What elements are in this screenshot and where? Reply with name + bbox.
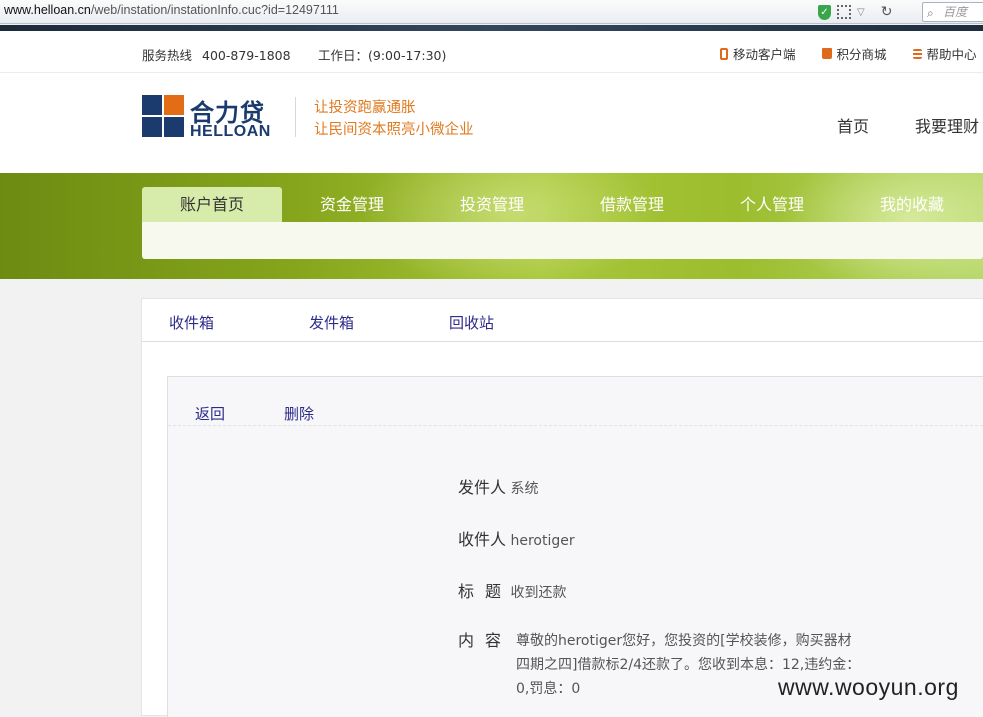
- main-nav: 首页 我要理财: [837, 113, 979, 137]
- qr-code-icon[interactable]: [837, 5, 851, 19]
- refresh-icon[interactable]: ↻: [881, 4, 893, 20]
- help-center-link[interactable]: 帮助中心: [912, 44, 977, 63]
- menu-list-icon: [912, 48, 922, 59]
- search-icon: ⌕: [927, 6, 934, 20]
- mail-card: 收件箱 发件箱 回收站 返回 删除 发件人 系统 收件人 herotiger 标…: [141, 298, 983, 717]
- address-url[interactable]: www.helloan.cn/web/instation/instationIn…: [4, 3, 339, 17]
- url-path: /web/instation/instationInfo.cuc?id=1249…: [90, 3, 339, 17]
- hotline-label: 服务热线: [142, 48, 193, 63]
- sender-label: 发件人: [458, 478, 507, 497]
- tab-trash[interactable]: 回收站: [449, 312, 494, 333]
- slogan-line-1: 让投资跑赢通胀: [314, 100, 416, 116]
- browser-address-bar[interactable]: www.helloan.cn/web/instation/instationIn…: [0, 0, 983, 24]
- phone-icon: [720, 47, 728, 60]
- title-value: 收到还款: [510, 585, 567, 601]
- search-placeholder: 百度: [943, 5, 968, 19]
- sub-nav-bar: [142, 222, 983, 259]
- tab-personal[interactable]: 个人管理: [702, 187, 842, 222]
- logo-english-name: HELLOAN: [190, 123, 271, 140]
- receiver-row: 收件人 herotiger: [458, 526, 575, 550]
- slogan: 让投资跑赢通胀 让民间资本照亮小微企业: [314, 97, 474, 141]
- tab-funds[interactable]: 资金管理: [282, 187, 422, 222]
- message-detail: 返回 删除 发件人 系统 收件人 herotiger 标题 收到还款 内容 尊敬…: [167, 376, 983, 717]
- site-header: 合力贷 HELLOAN 让投资跑赢通胀 让民间资本照亮小微企业 首页 我要理财: [0, 73, 983, 173]
- browser-search-box[interactable]: ⌕ 百度: [922, 2, 983, 22]
- watermark: www.wooyun.org: [778, 674, 959, 700]
- hotline-number: 400-879-1808: [202, 48, 291, 63]
- mobile-client-label: 移动客户端: [733, 47, 796, 62]
- tab-loans[interactable]: 借款管理: [562, 187, 702, 222]
- title-row: 标题 收到还款: [458, 578, 566, 602]
- back-link[interactable]: 返回: [195, 403, 225, 424]
- helloan-logo[interactable]: 合力贷 HELLOAN: [142, 95, 282, 141]
- message-actions: 返回 删除: [168, 377, 983, 426]
- points-mall-label: 积分商城: [836, 47, 887, 62]
- receiver-label: 收件人: [458, 530, 507, 549]
- receiver-value: herotiger: [510, 533, 575, 549]
- mailbox-tabs: 收件箱 发件箱 回收站: [142, 299, 983, 342]
- address-bar-icons: ✓ ▽ ↻: [818, 2, 892, 22]
- shopping-bag-icon: [821, 48, 832, 59]
- sender-row: 发件人 系统: [458, 474, 538, 498]
- nav-invest[interactable]: 我要理财: [915, 113, 979, 137]
- logo-mark-icon: [142, 95, 184, 137]
- mobile-client-link[interactable]: 移动客户端: [720, 44, 796, 63]
- logo-divider: [295, 97, 296, 137]
- url-host: www.helloan.cn: [4, 3, 91, 17]
- tab-investment[interactable]: 投资管理: [422, 187, 562, 222]
- title-label: 标题: [458, 582, 513, 601]
- tab-outbox[interactable]: 发件箱: [309, 312, 354, 333]
- help-center-label: 帮助中心: [926, 47, 977, 62]
- delete-link[interactable]: 删除: [284, 403, 314, 424]
- tab-account-home[interactable]: 账户首页: [142, 187, 282, 222]
- slogan-line-2: 让民间资本照亮小微企业: [314, 122, 474, 138]
- sender-value: 系统: [510, 481, 539, 497]
- account-banner: 账户首页 资金管理 投资管理 借款管理 个人管理 我的收藏: [0, 173, 983, 279]
- points-mall-link[interactable]: 积分商城: [821, 44, 887, 63]
- nav-home[interactable]: 首页: [837, 113, 869, 137]
- content-label: 内容: [458, 631, 513, 650]
- hotline: 服务热线 400-879-1808: [142, 45, 291, 64]
- work-hours: 工作日：(9:00-17:30): [318, 48, 447, 63]
- tab-inbox[interactable]: 收件箱: [169, 312, 214, 333]
- tab-favorites[interactable]: 我的收藏: [842, 187, 982, 222]
- top-info-bar: 服务热线 400-879-1808 工作日：(9:00-17:30) 移动客户端 …: [0, 31, 983, 73]
- top-links: 移动客户端 积分商城 帮助中心: [720, 44, 977, 63]
- account-tabs: 账户首页 资金管理 投资管理 借款管理 个人管理 我的收藏: [142, 187, 982, 222]
- security-shield-icon[interactable]: ✓: [818, 4, 831, 20]
- dropdown-arrow-icon[interactable]: ▽: [857, 7, 865, 18]
